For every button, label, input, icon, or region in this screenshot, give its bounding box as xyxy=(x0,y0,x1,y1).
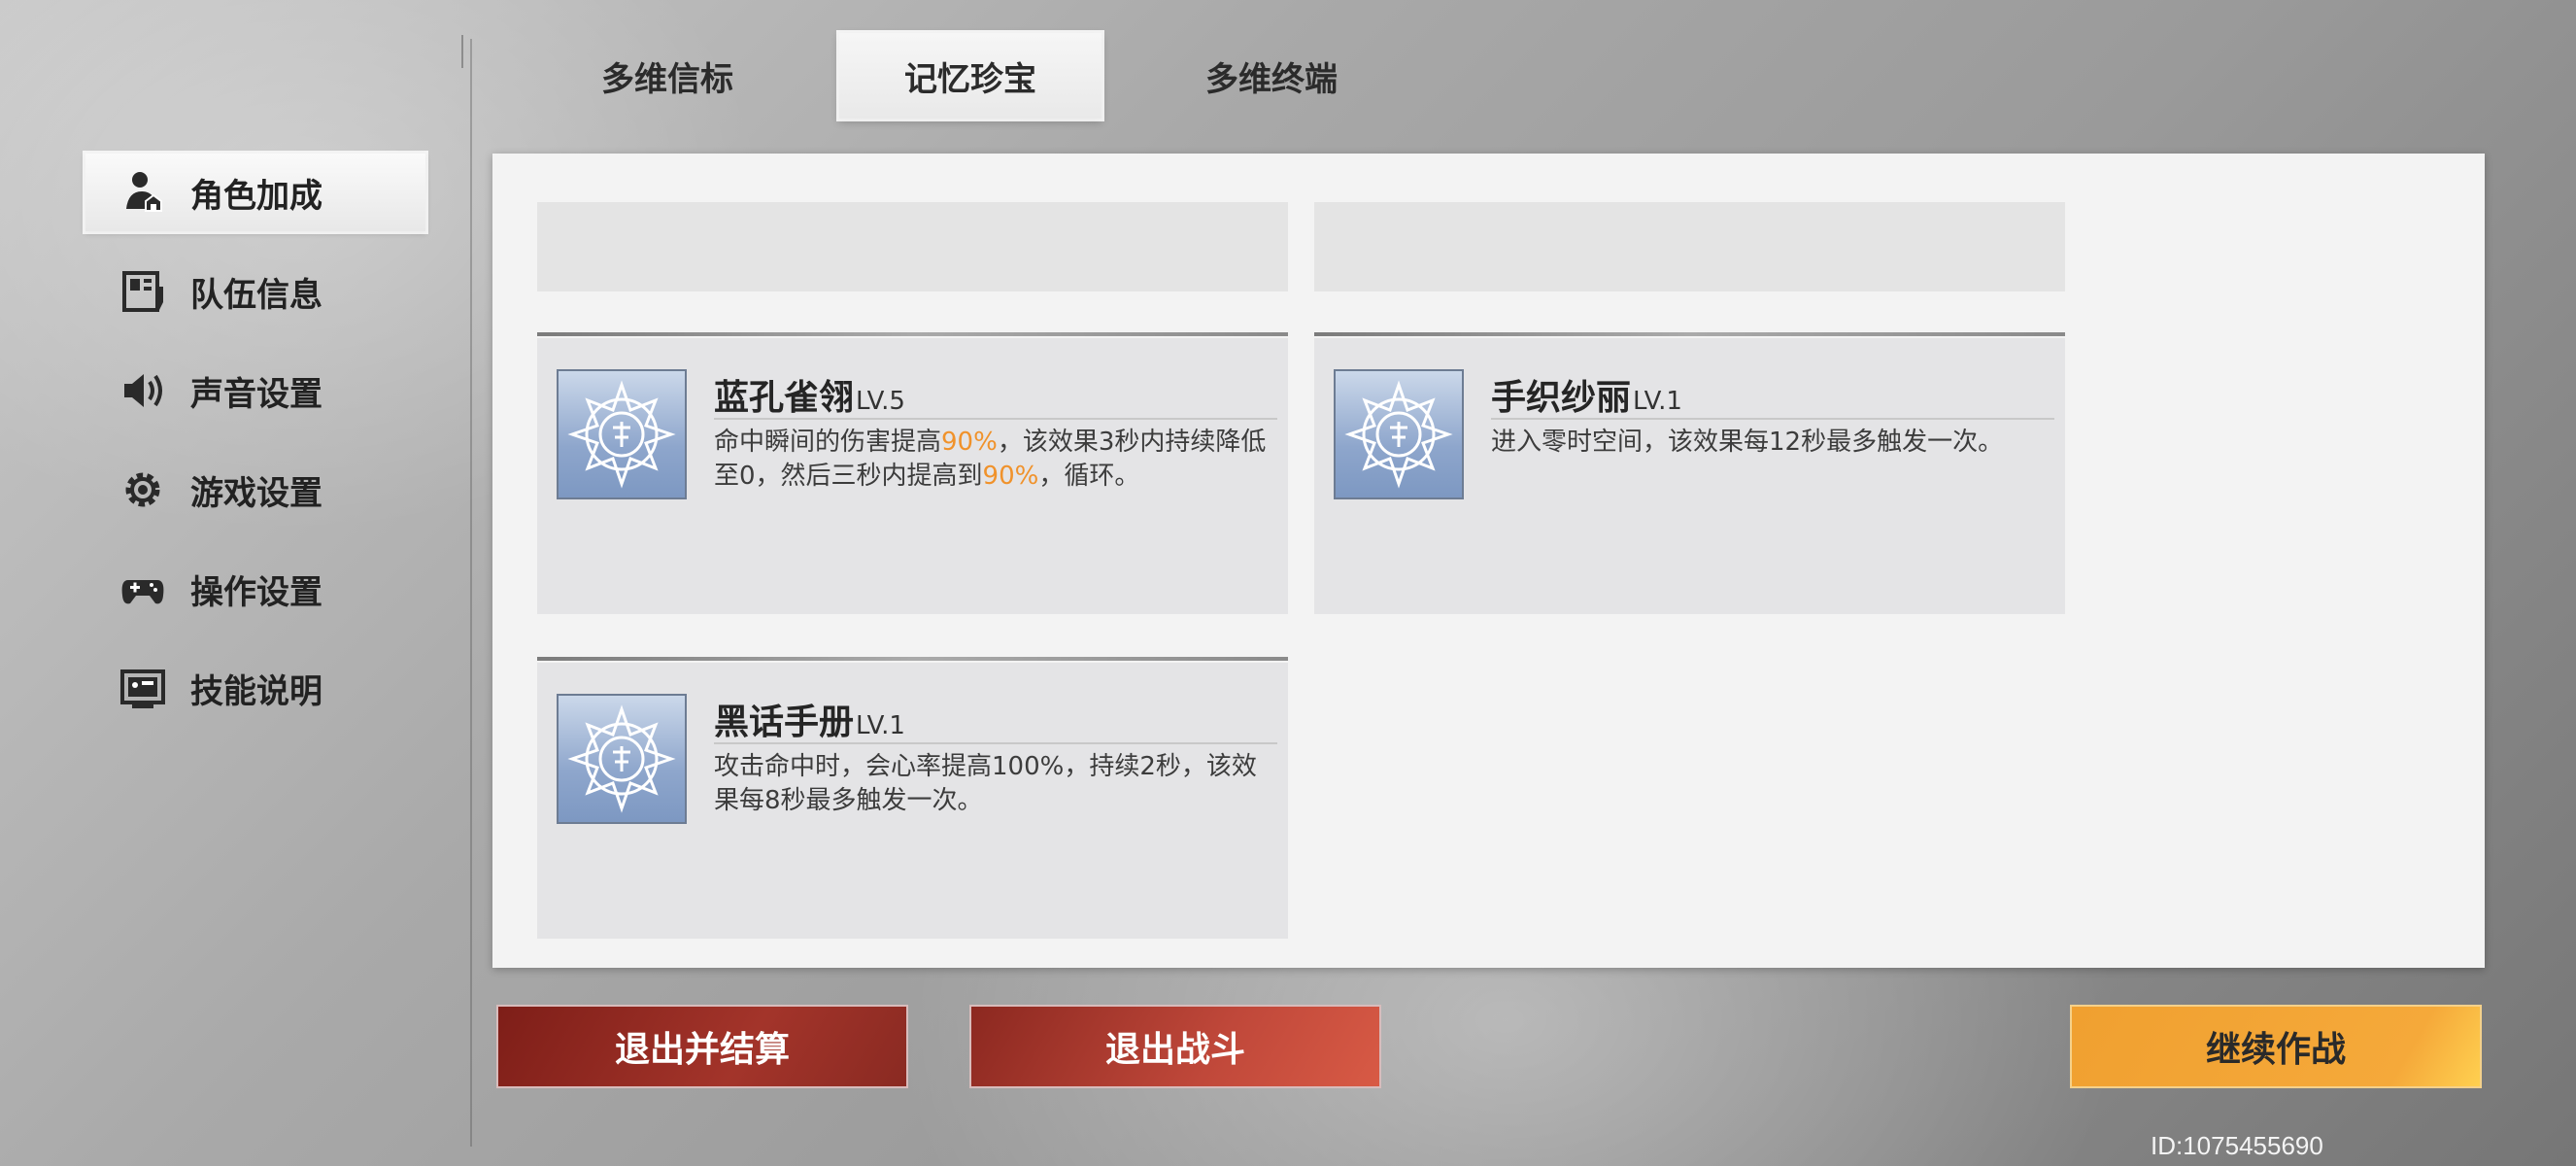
treasure-name: 蓝孔雀翎LV.5 xyxy=(714,378,905,418)
character-icon xyxy=(120,170,165,215)
treasure-emblem-icon xyxy=(557,369,687,499)
sidebar-item-team-info[interactable]: 队伍信息 xyxy=(85,253,425,330)
treasure-emblem-icon xyxy=(557,694,687,824)
empty-slot xyxy=(537,202,1288,292)
treasure-name: 手织纱丽LV.1 xyxy=(1491,378,1682,418)
sidebar-item-label: 角色加成 xyxy=(190,176,322,216)
team-icon xyxy=(120,269,165,314)
gear-icon xyxy=(120,467,165,512)
sidebar-divider xyxy=(470,39,472,1147)
sidebar-item-label: 声音设置 xyxy=(190,374,322,414)
name-underline xyxy=(1491,418,2054,420)
tab-terminal[interactable]: 多维终端 xyxy=(1140,33,1403,119)
treasure-card[interactable]: 蓝孔雀翎LV.5 命中瞬间的伤害提高90%，该效果3秒内持续降低至0，然后三秒内… xyxy=(537,332,1288,614)
sidebar-item-game-settings[interactable]: 游戏设置 xyxy=(85,451,425,529)
sidebar-item-skill-description[interactable]: 技能说明 xyxy=(85,649,425,727)
sidebar-item-character-bonus[interactable]: 角色加成 xyxy=(85,154,425,231)
name-underline xyxy=(714,742,1277,744)
treasure-panel: 蓝孔雀翎LV.5 命中瞬间的伤害提高90%，该效果3秒内持续降低至0，然后三秒内… xyxy=(492,154,2485,968)
name-underline xyxy=(714,418,1277,420)
sidebar-item-label: 技能说明 xyxy=(190,671,322,711)
sidebar-item-control-settings[interactable]: 操作设置 xyxy=(85,550,425,628)
treasure-emblem-icon xyxy=(1334,369,1464,499)
user-id: ID:1075455690 xyxy=(2151,1131,2323,1160)
tab-memory-treasure[interactable]: 记忆珍宝 xyxy=(839,33,1102,119)
empty-slot xyxy=(1314,202,2065,292)
treasure-level: LV.1 xyxy=(856,711,905,740)
card-top-bar xyxy=(537,657,1288,661)
sidebar-item-label: 队伍信息 xyxy=(190,275,322,315)
treasure-level: LV.5 xyxy=(856,387,905,416)
treasure-card[interactable]: 手织纱丽LV.1 进入零时空间，该效果每12秒最多触发一次。 xyxy=(1314,332,2065,614)
exit-and-settle-button[interactable]: 退出并结算 xyxy=(496,1005,908,1088)
sidebar-item-label: 游戏设置 xyxy=(190,473,322,513)
tab-beacon[interactable]: 多维信标 xyxy=(536,33,798,119)
divider-tick xyxy=(461,35,469,68)
treasure-description: 命中瞬间的伤害提高90%，该效果3秒内持续降低至0，然后三秒内提高到90%，循环… xyxy=(714,428,1267,491)
exit-battle-button[interactable]: 退出战斗 xyxy=(969,1005,1381,1088)
speaker-icon xyxy=(120,368,165,413)
gamepad-icon xyxy=(120,566,165,611)
card-top-bar xyxy=(537,332,1288,336)
treasure-description: 进入零时空间，该效果每12秒最多触发一次。 xyxy=(1491,428,2004,457)
treasure-card[interactable]: 黑话手册LV.1 攻击命中时，会心率提高100%，持续2秒，该效果每8秒最多触发… xyxy=(537,657,1288,939)
skill-card-icon xyxy=(120,666,165,710)
treasure-name: 黑话手册LV.1 xyxy=(714,703,905,742)
treasure-description: 攻击命中时，会心率提高100%，持续2秒，该效果每8秒最多触发一次。 xyxy=(714,752,1257,815)
sidebar-item-sound-settings[interactable]: 声音设置 xyxy=(85,352,425,429)
sidebar-item-label: 操作设置 xyxy=(190,572,322,612)
treasure-level: LV.1 xyxy=(1633,387,1682,416)
continue-battle-button[interactable]: 继续作战 xyxy=(2070,1005,2482,1088)
card-top-bar xyxy=(1314,332,2065,336)
